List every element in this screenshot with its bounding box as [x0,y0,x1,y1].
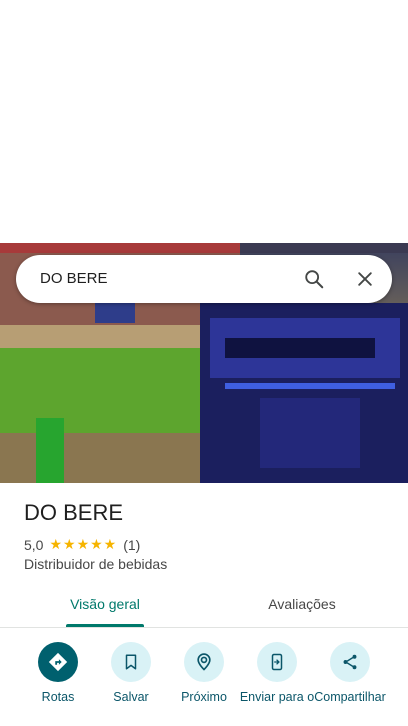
send-to-phone-button[interactable]: Enviar para o [239,640,315,705]
close-button[interactable] [349,263,381,295]
action-bar: Rotas Salvar Próximo Enviar para o Compa… [0,640,408,726]
directions-icon [48,652,68,672]
tab-bar: Visão geral Avaliações [0,587,408,628]
directions-label: Rotas [41,690,75,704]
search-button[interactable] [298,263,330,295]
search-icon [305,270,324,289]
share-button[interactable]: Compartilhar [312,640,388,705]
share-label: Compartilhar [314,690,386,704]
review-count[interactable]: (1) [123,537,140,553]
rating-row[interactable]: 5,0 ★★★★★ (1) [24,536,140,553]
send-to-phone-icon [271,653,283,671]
share-icon [343,654,357,670]
active-tab-indicator [66,624,144,627]
search-input[interactable]: DO BERE [40,255,108,303]
save-button[interactable]: Salvar [93,640,169,705]
tab-overview[interactable]: Visão geral [52,587,158,627]
directions-button[interactable]: Rotas [20,640,96,705]
star-rating-icon: ★★★★★ [49,536,118,552]
nearby-button[interactable]: Próximo [166,640,242,705]
search-bar[interactable]: DO BERE [16,255,392,303]
nearby-icon [197,653,211,671]
nearby-label: Próximo [181,690,227,704]
send-to-phone-label: Enviar para o [239,690,315,704]
bookmark-icon [125,654,137,670]
tab-reviews[interactable]: Avaliações [248,587,356,627]
save-label: Salvar [113,690,149,704]
place-name: DO BERE [24,500,124,525]
place-category[interactable]: Distribuidor de bebidas [24,556,167,572]
close-icon [358,272,372,286]
map-blank-area [0,0,408,243]
rating-value: 5,0 [24,536,44,553]
